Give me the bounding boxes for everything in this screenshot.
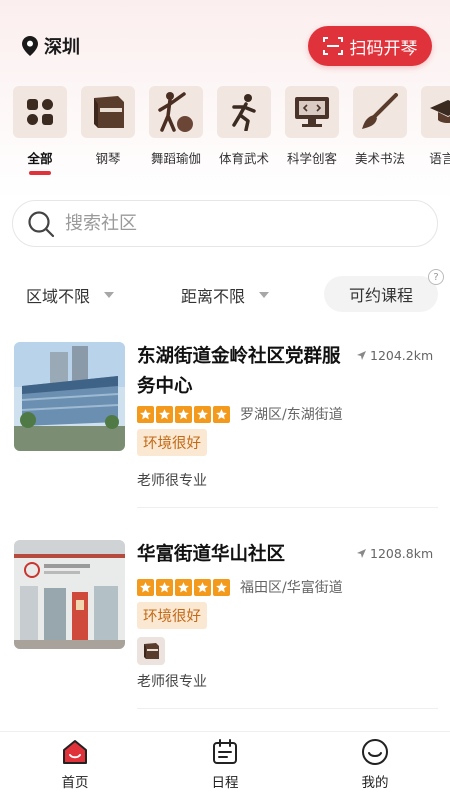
category-label: 体育武术 <box>218 151 269 166</box>
category-label: 全部 <box>27 151 53 166</box>
smile-icon <box>362 739 388 765</box>
dancer-icon <box>149 86 203 138</box>
area-filter[interactable]: 区域不限 <box>26 276 115 314</box>
review-tag: 环境很好 <box>137 602 207 629</box>
tab-label: 我的 <box>361 775 389 791</box>
home-icon <box>63 740 87 764</box>
community-title: 华富街道华山社区 <box>137 544 286 565</box>
navigation-arrow-icon <box>357 549 366 558</box>
rating-row: 罗湖区/东湖街道 <box>137 404 343 424</box>
review-comment: 老师很专业 <box>137 674 207 690</box>
grid-icon <box>13 86 67 138</box>
category-piano[interactable]: 钢琴 <box>81 86 135 176</box>
tab-label: 日程 <box>211 775 239 791</box>
star-rating <box>137 405 230 423</box>
category-label: 语言口 <box>429 151 450 166</box>
active-indicator <box>29 171 51 175</box>
scan-button-label: 扫码开琴 <box>349 38 418 59</box>
location-selector[interactable]: 深圳 <box>22 33 80 59</box>
brush-icon <box>353 86 407 138</box>
category-sports[interactable]: 体育武术 <box>217 86 271 176</box>
star-icon <box>175 405 192 423</box>
bookable-label: 可约课程 <box>348 286 413 305</box>
district-label: 福田区/华富街道 <box>240 580 343 596</box>
category-label: 美术书法 <box>354 151 405 166</box>
header: 深圳 扫码开琴 <box>0 20 450 72</box>
community-card[interactable]: 东湖街道金岭社区党群服务中心 1204.2km 罗湖区/东湖街道 环境很好 老师… <box>14 342 438 502</box>
review-tag: 环境很好 <box>137 429 207 456</box>
star-icon <box>137 578 154 596</box>
distance-info: 1208.8km <box>356 546 438 561</box>
community-photo <box>14 342 125 451</box>
monitor-icon <box>285 86 339 138</box>
community-title: 东湖街道金岭社区党群服务中心 <box>137 346 341 397</box>
navigation-arrow-icon <box>357 351 366 360</box>
tab-profile[interactable]: 我的 <box>300 732 450 800</box>
distance-value: 1208.8km <box>370 546 434 561</box>
community-card[interactable]: 华富街道华山社区 1208.8km 福田区/华富街道 环境很好 老师很专业 <box>14 540 438 700</box>
category-bar: 全部 钢琴 舞蹈瑜伽 体育武术 科学创客 美术书法 语言 <box>13 86 450 176</box>
filter-bar: 区域不限 距离不限 可约课程 ? <box>0 269 450 314</box>
tab-home[interactable]: 首页 <box>0 732 150 800</box>
dropdown-arrow-icon <box>104 292 115 298</box>
scan-to-open-piano-button[interactable]: 扫码开琴 <box>308 26 432 66</box>
star-icon <box>175 578 192 596</box>
divider <box>137 507 438 508</box>
star-rating <box>137 578 230 596</box>
category-label: 钢琴 <box>95 151 121 166</box>
location-label: 深圳 <box>44 37 80 58</box>
runner-icon <box>217 86 271 138</box>
star-icon <box>137 405 154 423</box>
distance-filter[interactable]: 距离不限 <box>181 276 270 314</box>
scan-icon <box>322 37 343 55</box>
category-all[interactable]: 全部 <box>13 86 67 176</box>
category-label: 舞蹈瑜伽 <box>150 151 201 166</box>
district-label: 罗湖区/东湖街道 <box>240 407 343 423</box>
tab-schedule[interactable]: 日程 <box>150 732 300 800</box>
area-filter-label: 区域不限 <box>26 287 91 306</box>
star-icon <box>213 578 230 596</box>
category-label: 科学创客 <box>286 151 337 166</box>
star-icon <box>194 578 211 596</box>
search-icon <box>28 210 55 237</box>
category-art-calligraphy[interactable]: 美术书法 <box>353 86 407 176</box>
location-pin-icon <box>22 36 38 56</box>
graduation-cap-icon <box>421 86 450 138</box>
bookable-courses-toggle[interactable]: 可约课程 ? <box>324 269 444 312</box>
category-language[interactable]: 语言口 <box>421 86 450 176</box>
category-dance-yoga[interactable]: 舞蹈瑜伽 <box>149 86 203 176</box>
distance-filter-label: 距离不限 <box>181 287 246 306</box>
distance-value: 1204.2km <box>370 348 434 363</box>
star-icon <box>213 405 230 423</box>
star-icon <box>156 578 173 596</box>
search-input[interactable] <box>65 213 395 234</box>
bottom-tab-bar: 首页 日程 我的 <box>0 731 450 800</box>
calendar-icon <box>213 739 237 764</box>
piano-icon <box>137 637 165 665</box>
community-photo <box>14 540 125 649</box>
star-icon <box>194 405 211 423</box>
dropdown-arrow-icon <box>259 292 270 298</box>
search-bar[interactable] <box>12 200 438 247</box>
help-icon[interactable]: ? <box>428 269 444 285</box>
star-icon <box>156 405 173 423</box>
category-science-maker[interactable]: 科学创客 <box>285 86 339 176</box>
review-comment: 老师很专业 <box>137 473 207 489</box>
distance-info: 1204.2km <box>356 348 438 363</box>
divider <box>137 708 438 709</box>
rating-row: 福田区/华富街道 <box>137 577 343 597</box>
tab-label: 首页 <box>61 775 89 791</box>
piano-icon <box>81 86 135 138</box>
